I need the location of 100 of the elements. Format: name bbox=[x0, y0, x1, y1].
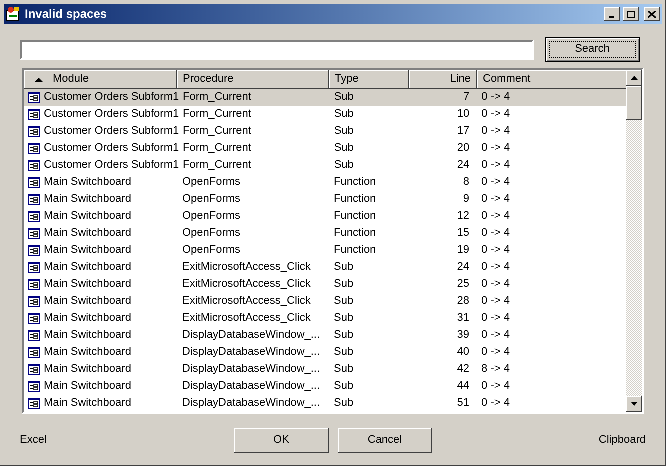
table-cell-text: 0 -> 4 bbox=[480, 243, 511, 258]
table-cell-text: 44 bbox=[456, 379, 471, 394]
scrollbar[interactable] bbox=[626, 70, 642, 412]
table-cell-text: Customer Orders Subform1 bbox=[44, 90, 180, 106]
table-cell-text: 31 bbox=[456, 311, 471, 326]
table-cell-text: Form_Current bbox=[182, 158, 252, 174]
table-cell-text: 0 -> 4 bbox=[480, 379, 511, 394]
table-cell-text: Form_Current bbox=[182, 107, 252, 122]
form-icon bbox=[28, 364, 40, 375]
table-cell-text: Sub bbox=[332, 260, 355, 276]
table-cell-text: Function bbox=[332, 226, 378, 242]
table-cell-text: 0 -> 4 bbox=[480, 277, 511, 292]
scroll-down-icon bbox=[630, 402, 638, 406]
form-icon bbox=[28, 160, 40, 171]
excel-link[interactable]: Excel bbox=[20, 432, 234, 448]
clipboard-link[interactable]: Clipboard bbox=[598, 432, 646, 448]
table-cell-text: DisplayDatabaseWindow_... bbox=[181, 362, 322, 378]
column-header[interactable]: Procedure bbox=[177, 70, 329, 89]
table-cell-text: Main Switchboard bbox=[44, 345, 132, 360]
table-cell-text: 25 bbox=[456, 277, 471, 292]
cancel-button[interactable]: Cancel bbox=[338, 428, 432, 452]
table-cell-text: Function bbox=[332, 243, 378, 258]
table-cell-text: 12 bbox=[456, 209, 471, 224]
table-cell-text: Sub bbox=[333, 124, 355, 140]
table-cell-text: DisplayDatabaseWindow_... bbox=[181, 379, 322, 394]
table-cell-text: Function bbox=[332, 209, 378, 224]
table-cell-text: Function bbox=[332, 192, 378, 208]
table-cell-text: 28 bbox=[456, 294, 471, 310]
table-cell-text: Main Switchboard bbox=[44, 226, 132, 242]
table-cell-text: 0 -> 4 bbox=[480, 226, 511, 242]
table-cell-text: Sub bbox=[332, 328, 355, 344]
table-row[interactable]: Customer Orders Subform1 Form_Current Sub 7 0 -> 4 bbox=[24, 89, 626, 106]
close-icon bbox=[648, 10, 656, 18]
table-cell-text: DisplayDatabaseWindow_... bbox=[181, 328, 322, 344]
app-icon bbox=[6, 6, 22, 22]
table-cell-text: Sub bbox=[332, 379, 355, 394]
minimize-button[interactable] bbox=[604, 7, 620, 21]
close-button[interactable] bbox=[644, 7, 660, 21]
table-cell-text: Main Switchboard bbox=[44, 277, 132, 292]
sort-ascending-icon bbox=[35, 78, 43, 82]
table-cell-text: Sub bbox=[333, 90, 355, 106]
table-cell-text: 10 bbox=[456, 107, 471, 122]
table-cell-text: 0 -> 4 bbox=[480, 294, 511, 310]
table-cell-text: Customer Orders Subform1 bbox=[44, 107, 180, 122]
table-cell-text: Sub bbox=[332, 277, 355, 292]
table-cell-text: DisplayDatabaseWindow_... bbox=[181, 396, 322, 412]
table-cell-text: Main Switchboard bbox=[44, 294, 132, 310]
form-icon bbox=[28, 228, 40, 239]
scroll-thumb[interactable] bbox=[626, 86, 642, 120]
table-cell-text: 8 -> 4 bbox=[480, 362, 511, 378]
table-cell-text: 0 -> 4 bbox=[480, 141, 512, 156]
table-cell-text: 15 bbox=[456, 226, 471, 242]
search-button[interactable]: Search bbox=[545, 37, 640, 62]
table-cell-text: Customer Orders Subform1 bbox=[44, 124, 180, 140]
table-cell-text: 0 -> 4 bbox=[480, 175, 511, 190]
table-cell-text: OpenForms bbox=[181, 209, 242, 224]
table-cell-text: Form_Current bbox=[182, 90, 252, 106]
table-cell-text: OpenForms bbox=[181, 175, 242, 190]
table-cell-text: 0 -> 4 bbox=[480, 124, 512, 140]
table-cell-text: Main Switchboard bbox=[44, 396, 132, 412]
table-cell-text: Sub bbox=[333, 141, 355, 156]
maximize-button[interactable] bbox=[623, 7, 639, 21]
form-icon bbox=[28, 381, 40, 392]
table-cell-text: Sub bbox=[332, 345, 355, 360]
search-field[interactable] bbox=[20, 40, 534, 60]
form-icon bbox=[28, 177, 40, 188]
table-cell-text: Customer Orders Subform1 bbox=[44, 141, 180, 156]
column-header[interactable]: Line bbox=[409, 70, 477, 89]
form-icon bbox=[28, 92, 40, 103]
table-cell-text: 0 -> 4 bbox=[480, 260, 511, 276]
table-cell-text: Function bbox=[332, 175, 378, 190]
table-cell-text: 7 bbox=[462, 90, 471, 106]
table-cell-text: 0 -> 4 bbox=[480, 192, 511, 208]
table-cell-text: 8 bbox=[462, 175, 471, 190]
table-cell-text: Main Switchboard bbox=[44, 362, 132, 378]
table-cell-text: Sub bbox=[332, 396, 355, 412]
table-cell-text: 17 bbox=[456, 124, 471, 140]
ok-button[interactable]: OK bbox=[234, 428, 329, 452]
table-cell-text: Sub bbox=[332, 311, 355, 326]
form-icon bbox=[28, 194, 40, 205]
form-icon bbox=[28, 330, 40, 341]
table-cell-text: Sub bbox=[333, 158, 355, 174]
table-cell-text: ExitMicrosoftAccess_Click bbox=[181, 277, 312, 292]
window-title: Invalid spaces bbox=[25, 6, 108, 23]
table-cell-text: Main Switchboard bbox=[44, 243, 132, 258]
table-cell-text: Sub bbox=[332, 294, 355, 310]
table-cell-text: 24 bbox=[456, 260, 471, 276]
form-icon bbox=[28, 296, 40, 307]
table-cell-text: 0 -> 4 bbox=[480, 90, 512, 106]
table-cell-text: 20 bbox=[456, 141, 471, 156]
form-icon bbox=[28, 245, 40, 256]
column-header[interactable]: Type bbox=[329, 70, 409, 89]
column-header[interactable]: Comment bbox=[477, 70, 626, 89]
table-cell-text: 0 -> 4 bbox=[480, 209, 511, 224]
table-cell-text: Form_Current bbox=[182, 124, 252, 140]
form-icon bbox=[28, 262, 40, 273]
scroll-up-icon bbox=[630, 76, 638, 80]
column-header[interactable]: Module bbox=[24, 70, 177, 89]
table-cell-text: Main Switchboard bbox=[44, 209, 132, 224]
table-cell-text: 0 -> 4 bbox=[480, 311, 511, 326]
